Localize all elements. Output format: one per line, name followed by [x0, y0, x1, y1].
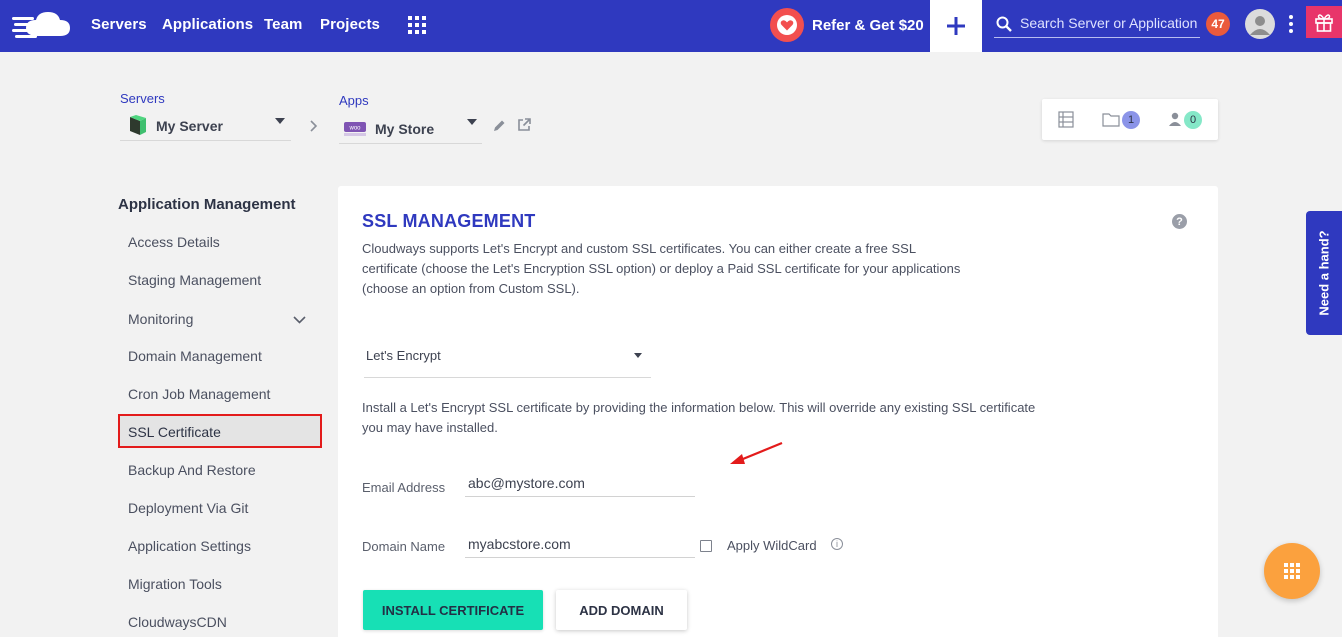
search-input[interactable]: [1020, 12, 1200, 34]
chevron-right-icon: [310, 120, 318, 132]
grid-icon: [1284, 563, 1300, 579]
refer-label: Refer & Get $20: [812, 16, 924, 34]
top-navbar: Servers Applications Team Projects Refer…: [0, 0, 1342, 52]
sidebar-title: Application Management: [118, 196, 296, 213]
ssl-provider-value: Let's Encrypt: [366, 348, 441, 363]
chevron-down-icon[interactable]: [293, 316, 306, 324]
sidebar-item-domain-management[interactable]: Domain Management: [128, 348, 262, 364]
add-button[interactable]: [930, 0, 982, 52]
nav-applications[interactable]: Applications: [162, 16, 253, 33]
add-domain-button[interactable]: ADD DOMAIN: [556, 590, 687, 630]
need-a-hand-label: Need a hand?: [1316, 230, 1332, 316]
kebab-icon[interactable]: [1286, 14, 1296, 34]
sidebar-item-backup-and-restore[interactable]: Backup And Restore: [128, 462, 256, 478]
info-icon[interactable]: i: [831, 538, 843, 550]
search-icon: [996, 16, 1012, 32]
user-avatar-icon[interactable]: [1245, 9, 1275, 39]
apps-crumb-label: Apps: [339, 93, 369, 108]
servers-crumb-label: Servers: [120, 91, 165, 106]
ssl-provider-select[interactable]: Let's Encrypt: [364, 340, 651, 378]
email-field[interactable]: [465, 469, 695, 497]
app-name: My Store: [375, 120, 435, 137]
sidebar-item-monitoring[interactable]: Monitoring: [128, 311, 193, 327]
page-title: SSL MANAGEMENT: [362, 211, 536, 231]
sidebar-item-cron-job-management[interactable]: Cron Job Management: [128, 386, 270, 402]
refer-button[interactable]: Refer & Get $20: [770, 6, 924, 44]
sidebar-item-staging-management[interactable]: Staging Management: [128, 272, 261, 288]
pencil-icon[interactable]: [493, 119, 506, 132]
cloudways-logo-icon[interactable]: [12, 8, 74, 42]
chevron-down-icon: [634, 353, 642, 358]
list-icon[interactable]: [1058, 111, 1074, 128]
woocommerce-icon: woo: [344, 121, 366, 136]
users-count-badge: 0: [1184, 111, 1202, 129]
sidebar-item-ssl-certificate[interactable]: SSL Certificate: [128, 424, 221, 440]
chevron-down-icon: [275, 118, 285, 124]
heart-icon: [770, 8, 804, 42]
server-icon: [130, 114, 146, 135]
gift-button[interactable]: [1306, 6, 1342, 38]
external-link-icon[interactable]: [517, 118, 531, 132]
ssl-management-card: SSL MANAGEMENT ? Cloudways supports Let'…: [338, 186, 1218, 637]
fab-grid-button[interactable]: [1264, 543, 1320, 599]
server-name: My Server: [156, 117, 223, 134]
users-icon[interactable]: [1168, 112, 1182, 127]
chevron-down-icon: [467, 119, 477, 125]
search-bar: [994, 12, 1200, 38]
plus-icon: [947, 17, 965, 35]
notification-badge[interactable]: 47: [1206, 12, 1230, 36]
wildcard-checkbox[interactable]: [700, 540, 712, 552]
nav-servers[interactable]: Servers: [91, 16, 147, 33]
sidebar-item-deployment-via-git[interactable]: Deployment Via Git: [128, 500, 248, 516]
app-selector[interactable]: woo My Store: [339, 114, 482, 144]
folder-count-badge: 1: [1122, 111, 1140, 129]
folder-icon[interactable]: [1102, 112, 1120, 127]
sidebar-item-application-settings[interactable]: Application Settings: [128, 538, 251, 554]
server-selector[interactable]: My Server: [120, 111, 291, 141]
sidebar-item-cloudwayscdn[interactable]: CloudwaysCDN: [128, 614, 227, 630]
arrow-icon: [730, 441, 783, 464]
email-label: Email Address: [362, 480, 446, 495]
help-icon[interactable]: ?: [1172, 214, 1187, 229]
nav-team[interactable]: Team: [264, 16, 302, 33]
wildcard-label: Apply WildCard: [727, 538, 817, 553]
ssl-description: Cloudways supports Let's Encrypt and cus…: [362, 241, 961, 296]
gift-icon: [1315, 14, 1333, 32]
ssl-instructions: Install a Let's Encrypt SSL certificate …: [362, 400, 1036, 435]
domain-label: Domain Name: [362, 539, 446, 554]
apps-grid-icon[interactable]: [408, 16, 426, 34]
svg-text:woo: woo: [348, 125, 361, 131]
sidebar-item-migration-tools[interactable]: Migration Tools: [128, 576, 222, 592]
nav-projects[interactable]: Projects: [320, 16, 380, 33]
need-a-hand-tab[interactable]: Need a hand?: [1306, 211, 1342, 335]
sidebar-item-access-details[interactable]: Access Details: [128, 234, 220, 250]
app-mini-toolbar: 1 0: [1042, 99, 1218, 140]
install-certificate-button[interactable]: INSTALL CERTIFICATE: [363, 590, 543, 630]
domain-field[interactable]: [465, 530, 695, 558]
